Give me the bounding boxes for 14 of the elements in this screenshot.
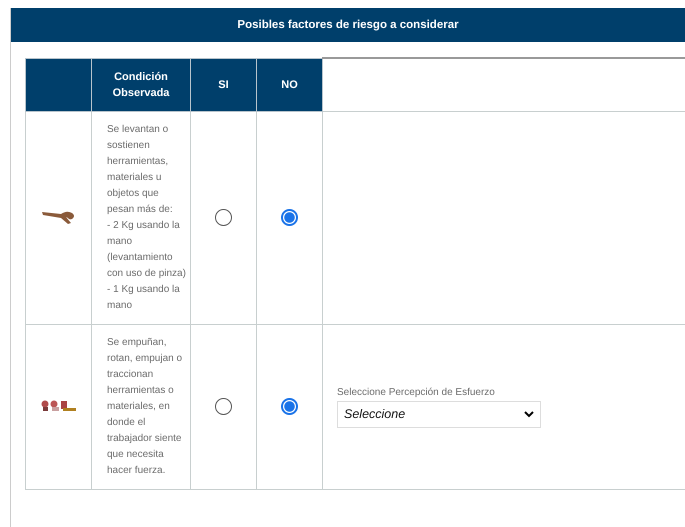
worker-figures-icon (40, 399, 76, 411)
no-radio[interactable] (281, 209, 298, 226)
panel-title: Posibles factores de riesgo a considerar (11, 8, 685, 42)
condition-text: Se levantan o sostienen herramientas, materiales u objetos que pesan más de: - 2 Kg usando la mano (levantamiento con uso de pinza) - 1 Kg usando la mano (107, 123, 186, 313)
chevron-down-icon (524, 410, 534, 418)
column-header: SI (190, 58, 256, 112)
effort-dropdown[interactable]: Seleccione (337, 400, 541, 428)
effort-label: Seleccione Percepción de Esfuerzo (337, 386, 496, 398)
si-radio[interactable] (215, 398, 232, 416)
no-radio[interactable] (281, 398, 298, 416)
si-radio[interactable] (215, 209, 232, 226)
column-header: NO (256, 58, 322, 112)
condition-text: Se empuñan, rotan, empujan o traccionan herramientas o materiales, en donde el trabajador siente que necesita hacer fuerza. (107, 336, 184, 478)
column-header: Condición Observada (92, 58, 190, 112)
